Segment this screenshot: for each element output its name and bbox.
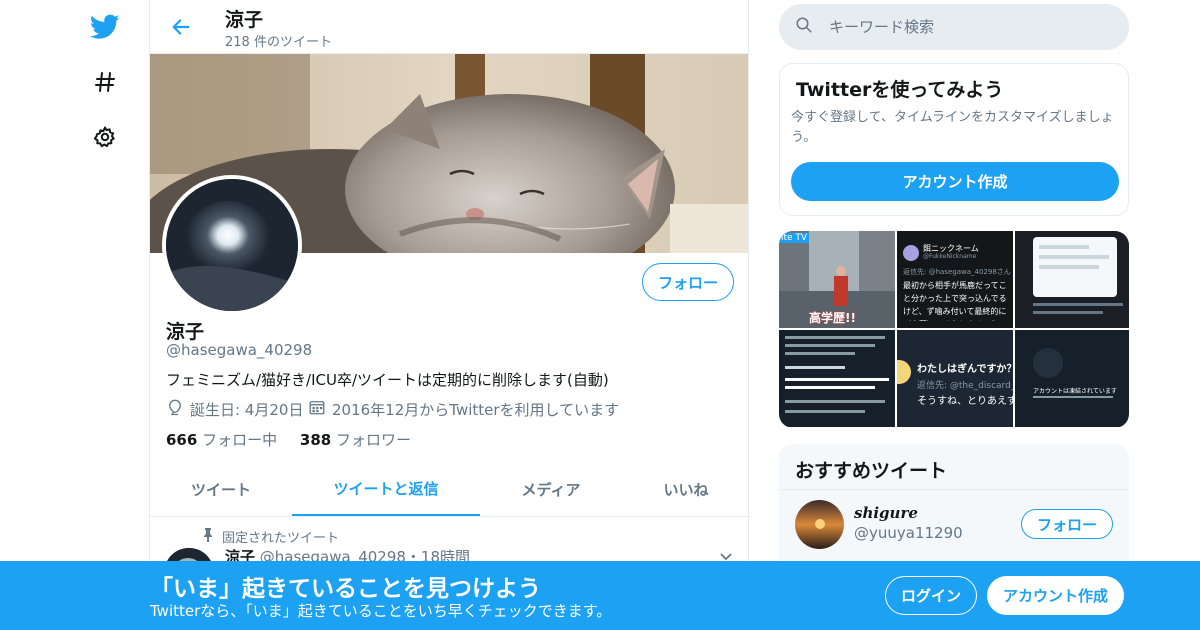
tweet-count: 218 件のツイート — [225, 35, 332, 50]
search-input[interactable] — [829, 18, 1089, 36]
media-thumbnail[interactable] — [779, 330, 895, 427]
profile-handle: @hasegawa_40298 — [166, 341, 313, 359]
joined-date: 2016年12月からTwitterを利用しています — [308, 398, 619, 420]
media-thumbnail[interactable]: アカウントは凍結されています — [1015, 330, 1129, 427]
follow-button[interactable]: フォロー — [642, 263, 734, 301]
pinned-indicator: 固定されたツイート — [202, 527, 339, 546]
media-text: 最初から相手が馬鹿だってこと分かった上で突っ込んでるけど、ず噛み付いて最終的に（… — [903, 281, 1007, 321]
tab-tweets-and-replies[interactable]: ツイートと返信 — [292, 462, 480, 516]
recommended-title: おすすめツイート — [795, 460, 948, 482]
media-thumbnail[interactable] — [1015, 231, 1129, 328]
signup-banner: 「いま」起きていることを見つけよう Twitterなら、「いま」起きていることを… — [0, 561, 1200, 630]
media-text: そうすね、とりあえず — [917, 396, 1013, 407]
media-thumbnail[interactable]: わたしはぎんですか？ 返信先: @the_discard_ そうすね、とりあえず — [897, 330, 1013, 427]
birthday: 誕生日: 4月20日 — [166, 398, 303, 420]
follow-stats: 666 フォロー中 388 フォロワー — [166, 429, 411, 450]
following-link[interactable]: 666 フォロー中 — [166, 431, 277, 449]
pin-icon — [202, 527, 214, 546]
signup-card-text: 今すぐ登録して、タイムラインをカスタマイズしましょう。 — [791, 110, 1114, 145]
followers-label: フォロワー — [335, 431, 411, 449]
recommended-follow-button[interactable]: フォロー — [1021, 509, 1113, 539]
hashtag-icon[interactable] — [88, 65, 122, 99]
joined-text: 2016年12月からTwitterを利用しています — [332, 400, 620, 419]
birthday-text: 誕生日: 4月20日 — [190, 400, 304, 419]
profile-column: 涼子 218 件のツイート フォロー 涼子 @hasegawa_40298 フェ… — [149, 0, 749, 630]
twitter-logo-icon[interactable] — [88, 10, 122, 44]
tab-media[interactable]: メディア — [480, 462, 622, 516]
profile-bio: フェミニズム/猫好き/ICU卒/ツイートは定期的に削除します(自動) — [166, 371, 609, 389]
tab-tweets[interactable]: ツイート — [150, 462, 292, 516]
recommended-user-name[interactable]: shigure — [854, 504, 918, 522]
media-caption-top: ite TV — [779, 233, 810, 243]
recommended-user-handle[interactable]: @yuuya11290 — [854, 524, 963, 542]
signup-button[interactable]: アカウント作成 — [987, 576, 1124, 615]
media-reply: 返信先: @the_discard_ — [917, 381, 1013, 391]
pinned-label: 固定されたツイート — [222, 531, 340, 546]
media-grid: ite TV 高学歴!! 餌ニックネーム @FukkeNickname 返信先:… — [779, 231, 1129, 428]
followers-link[interactable]: 388 フォロワー — [300, 431, 411, 449]
search-icon — [795, 16, 813, 38]
search-box[interactable] — [779, 4, 1129, 50]
media-thumbnail[interactable]: ite TV 高学歴!! — [779, 231, 895, 328]
divider — [779, 489, 1129, 490]
back-arrow-icon[interactable] — [166, 12, 196, 42]
media-title: わたしはぎんですか？ — [917, 364, 1013, 375]
avatar — [903, 245, 919, 261]
create-account-button[interactable]: アカウント作成 — [791, 162, 1119, 201]
balloon-icon — [166, 398, 184, 420]
banner-title: 「いま」起きていることを見つけよう — [150, 576, 541, 602]
calendar-icon — [308, 398, 326, 420]
banner-subtitle: Twitterなら、「いま」起きていることをいち早くチェックできます。 — [150, 602, 612, 620]
profile-avatar[interactable] — [162, 175, 302, 315]
media-thumbnail[interactable]: 餌ニックネーム @FukkeNickname 返信先: @hasegawa_40… — [897, 231, 1013, 328]
media-text: アカウントは凍結されています — [1033, 388, 1117, 395]
signup-card-title: Twitterを使ってみよう — [796, 79, 1004, 101]
signup-card: Twitterを使ってみよう 今すぐ登録して、タイムラインをカスタマイズしましょ… — [779, 63, 1129, 216]
media-reply: 返信先: @hasegawa_40298さん — [903, 268, 1011, 276]
media-caption-bottom: 高学歴!! — [809, 311, 856, 325]
header-title: 涼子 — [225, 9, 264, 31]
following-count: 666 — [166, 431, 198, 449]
tab-likes[interactable]: いいね — [622, 462, 748, 516]
gear-icon[interactable] — [88, 120, 122, 154]
profile-tabs: ツイート ツイートと返信 メディア いいね — [150, 462, 748, 517]
profile-header: 涼子 218 件のツイート — [150, 0, 748, 54]
followers-count: 388 — [299, 431, 332, 449]
following-label: フォロー中 — [202, 431, 278, 449]
profile-name: 涼子 — [166, 321, 205, 343]
login-button[interactable]: ログイン — [885, 576, 977, 615]
avatar[interactable] — [795, 500, 844, 549]
media-handle: @FukkeNickname — [923, 253, 977, 260]
